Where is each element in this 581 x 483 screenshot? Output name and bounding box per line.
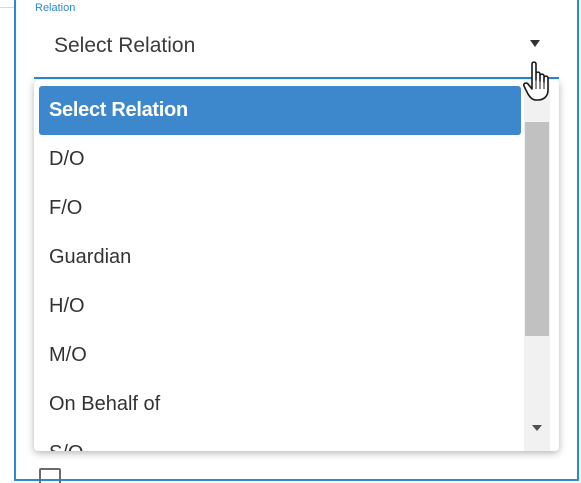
dropdown-scrollbar[interactable]	[524, 80, 550, 451]
option-h-o[interactable]: H/O	[39, 282, 521, 331]
divider	[0, 7, 14, 8]
option-on-behalf-of[interactable]: On Behalf of	[39, 380, 521, 429]
relation-dropdown-list: Select Relation D/O F/O Guardian H/O M/O…	[34, 80, 559, 451]
option-f-o[interactable]: F/O	[39, 184, 521, 233]
hand-pointer-icon	[523, 61, 549, 101]
caret-down-icon[interactable]	[530, 40, 540, 47]
field-underline	[34, 77, 559, 79]
relation-label: Relation	[35, 2, 76, 14]
option-s-o[interactable]: S/O	[39, 429, 521, 451]
scroll-down-arrow-icon[interactable]	[532, 425, 542, 431]
option-d-o[interactable]: D/O	[39, 135, 521, 184]
option-m-o[interactable]: M/O	[39, 331, 521, 380]
option-select-relation[interactable]: Select Relation	[39, 86, 521, 135]
checkbox[interactable]	[39, 468, 61, 483]
page: Relation Select Relation Select Relation…	[0, 0, 581, 483]
relation-select[interactable]: Select Relation	[54, 34, 195, 58]
option-guardian[interactable]: Guardian	[39, 233, 521, 282]
scrollbar-thumb[interactable]	[525, 122, 549, 336]
